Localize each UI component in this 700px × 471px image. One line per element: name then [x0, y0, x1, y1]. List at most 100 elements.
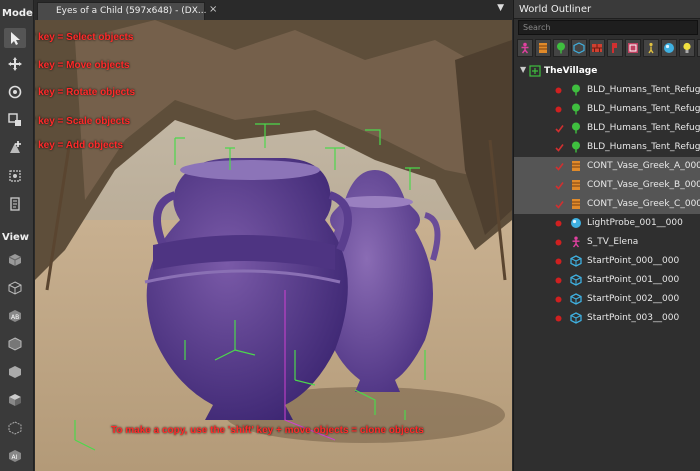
globe-icon	[664, 43, 674, 53]
outliner-filter-bar	[517, 39, 700, 59]
filter-entity-button[interactable]	[607, 39, 623, 57]
outliner-item-row[interactable]: BLD_Humans_Tent_Refugee	[514, 119, 700, 138]
viewport-tab-title: Eyes of a Child (597x648) - (DX...	[56, 6, 207, 16]
expand-arrow-icon[interactable]: ▼	[520, 65, 526, 74]
outliner-item-row[interactable]: CONT_Vase_Greek_A_000	[514, 157, 700, 176]
visibility-dot-icon[interactable]	[555, 85, 562, 94]
tree-items: BLD_Humans_Tent_Refugee BLD_Humans_Tent_R…	[514, 81, 700, 328]
view-mesh-button[interactable]	[4, 418, 26, 438]
mode-heading: Mode	[2, 8, 33, 19]
select-tool-button[interactable]	[4, 28, 26, 48]
filter-container-button[interactable]	[535, 39, 551, 57]
world-outliner-panel: World Outliner Search ▼ TheVillage BLD_H…	[513, 0, 700, 471]
filter-light-button[interactable]	[679, 39, 695, 57]
view-ab-button[interactable]: AB	[4, 306, 26, 326]
cube-icon	[570, 255, 582, 267]
filter-probe-button[interactable]	[661, 39, 677, 57]
filter-character-button[interactable]	[517, 39, 533, 57]
outliner-item-row[interactable]: StartPoint_000__000	[514, 252, 700, 271]
tree-icon	[572, 122, 580, 134]
viewport-tab[interactable]: Eyes of a Child (597x648) - (DX...	[37, 2, 207, 20]
tree-icon	[557, 42, 565, 54]
add-object-icon	[10, 141, 21, 153]
tree-root-row[interactable]: ▼ TheVillage	[514, 62, 700, 81]
outliner-item-row[interactable]: S_TV_Elena	[514, 233, 700, 252]
visibility-dot-icon[interactable]	[555, 275, 562, 284]
filter-geometry-button[interactable]	[571, 39, 587, 57]
view-shaded-button[interactable]	[4, 390, 26, 410]
tree-icon	[572, 141, 580, 153]
visibility-check-icon[interactable]	[555, 142, 564, 152]
crate-icon	[572, 161, 580, 171]
filter-vegetation-button[interactable]	[553, 39, 569, 57]
outliner-item-row[interactable]: StartPoint_001__000	[514, 271, 700, 290]
outliner-item-label: StartPoint_003__000	[587, 313, 680, 323]
script-icon	[10, 197, 20, 211]
tree-icon	[572, 103, 580, 115]
outliner-item-row[interactable]: StartPoint_003__000	[514, 309, 700, 328]
outliner-item-row[interactable]: BLD_Humans_Tent_Refugee	[514, 81, 700, 100]
person-icon	[572, 236, 580, 248]
cube-textured-icon	[8, 337, 22, 351]
view-lit-button[interactable]	[4, 362, 26, 382]
outliner-item-label: CONT_Vase_Greek_C_000	[587, 199, 700, 209]
lightbulb-icon	[683, 42, 691, 53]
visibility-dot-icon[interactable]	[555, 256, 562, 265]
crate-icon	[572, 180, 580, 190]
outliner-item-row[interactable]: BLD_Humans_Tent_Refugee	[514, 100, 700, 119]
outliner-item-label: StartPoint_000__000	[587, 256, 680, 266]
cube-shaded-icon	[9, 394, 21, 406]
outliner-title: World Outliner	[514, 0, 700, 19]
add-object-tool-button[interactable]	[4, 138, 26, 158]
cube-solid-icon	[8, 254, 22, 266]
outliner-item-row[interactable]: LightProbe_001__000	[514, 214, 700, 233]
outliner-tree: ▼ TheVillage BLD_Humans_Tent_Refugee BLD_…	[514, 62, 700, 328]
viewport-menu-icon[interactable]: ▼	[497, 3, 504, 13]
outliner-item-row[interactable]: CONT_Vase_Greek_C_000	[514, 195, 700, 214]
cube-ab-icon: AB	[9, 310, 21, 322]
outliner-item-label: BLD_Humans_Tent_Refugee	[587, 85, 700, 95]
visibility-dot-icon[interactable]	[555, 294, 562, 303]
view-wire-button[interactable]	[4, 278, 26, 298]
svg-text:AB: AB	[11, 314, 19, 321]
close-tab-icon[interactable]: ×	[209, 4, 217, 15]
3d-viewport[interactable]: Eyes of a Child (597x648) - (DX... × ▼ '…	[35, 0, 512, 471]
outliner-item-row[interactable]: CONT_Vase_Greek_B_000	[514, 176, 700, 195]
cube-icon	[570, 274, 582, 286]
cube-icon	[570, 312, 582, 324]
view-textured-button[interactable]	[4, 334, 26, 354]
script-tool-button[interactable]	[4, 194, 26, 214]
visibility-dot-icon[interactable]	[555, 218, 562, 227]
move-tool-button[interactable]	[4, 54, 26, 74]
outliner-search-input[interactable]: Search	[518, 20, 698, 35]
outliner-item-label: CONT_Vase_Greek_A_000	[587, 161, 700, 171]
view-solid-button[interactable]	[4, 250, 26, 270]
visibility-check-icon[interactable]	[555, 180, 564, 190]
outliner-item-label: BLD_Humans_Tent_Refugee	[587, 142, 700, 152]
visibility-check-icon[interactable]	[555, 199, 564, 209]
probe-icon	[571, 218, 581, 228]
visibility-dot-icon[interactable]	[555, 237, 562, 246]
visibility-dot-icon[interactable]	[555, 104, 562, 113]
cube-mesh-icon	[8, 421, 22, 435]
filter-prefab-button[interactable]	[625, 39, 641, 57]
scale-tool-button[interactable]	[4, 110, 26, 130]
visibility-check-icon[interactable]	[555, 123, 564, 133]
filter-figure-button[interactable]	[643, 39, 659, 57]
rotate-tool-button[interactable]	[4, 82, 26, 102]
cube-icon	[573, 42, 585, 54]
outliner-item-label: LightProbe_001__000	[587, 218, 683, 228]
visibility-dot-icon[interactable]	[555, 313, 562, 322]
outliner-item-row[interactable]: StartPoint_002__000	[514, 290, 700, 309]
hint-rotate: '3' key = Rotate objects	[35, 87, 136, 98]
figure-icon	[648, 42, 654, 54]
entity-icon	[612, 43, 617, 53]
outliner-item-row[interactable]: BLD_Humans_Tent_Refugee	[514, 138, 700, 157]
snap-tool-button[interactable]	[4, 166, 26, 186]
view-ai-button[interactable]: AI	[4, 446, 26, 466]
move-arrows-icon	[8, 57, 22, 71]
visibility-check-icon[interactable]	[555, 161, 564, 171]
hint-move: '2' key = Move objects	[35, 60, 130, 71]
filter-brick-button[interactable]	[589, 39, 605, 57]
crate-icon	[572, 199, 580, 209]
